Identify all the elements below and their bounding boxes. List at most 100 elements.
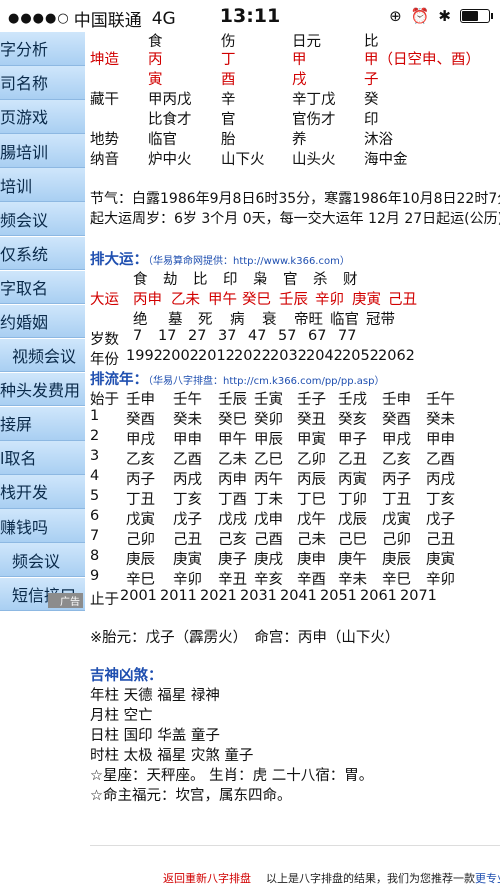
canggan-cell: 癸 — [364, 92, 379, 108]
liunian-cell: 癸未 — [173, 412, 202, 428]
sidebar-item[interactable]: 短信接口 广告 — [0, 577, 85, 611]
liunian-cell: 己丑 — [426, 532, 455, 548]
liunian-cell: 丁丑 — [126, 492, 155, 508]
liunian-cell: 己未 — [297, 532, 326, 548]
liunian-cell: 辛卯 — [173, 572, 202, 588]
sidebar-item[interactable]: 约婚姻 — [0, 304, 85, 339]
sidebar-item[interactable]: 种头发费用 — [0, 372, 85, 407]
liunian-cell: 庚辰 — [126, 552, 155, 568]
canggan-cell: 甲丙戊 — [148, 92, 192, 108]
bluetooth-icon: ✱ — [438, 7, 451, 25]
alarm-icon: ⏰ — [410, 7, 430, 25]
liunian-cell: 己丑 — [173, 532, 202, 548]
battery-icon — [460, 9, 493, 23]
sidebar-item[interactable]: 视频会议 — [0, 338, 85, 373]
sidebar-item[interactable]: 频会议 — [0, 202, 85, 236]
liunian-cell: 甲辰 — [254, 432, 283, 448]
back-to-paipan-link[interactable]: 返回重新八字排盘 — [163, 870, 251, 886]
liunian-cell: 庚寅 — [426, 552, 455, 568]
end-label: 止于 — [90, 592, 119, 608]
dayun-stage: 临官 — [330, 312, 359, 328]
liunian-cell: 癸巳 — [218, 412, 247, 428]
nayin-label: 纳音 — [90, 152, 119, 168]
dayun-pillar: 甲午 — [208, 292, 237, 308]
sidebar-item[interactable]: 字分析 — [0, 32, 85, 66]
sidebar-item[interactable]: 页游戏 — [0, 100, 85, 134]
liunian-cell: 乙酉 — [426, 452, 455, 468]
sidebar-ad-menu: 字分析 司名称 页游戏 腸培训 培训 频会议 仅系统 字取名 约婚姻 视频会议 … — [0, 32, 85, 611]
sidebar-item[interactable]: 仅系统 — [0, 236, 85, 271]
row-number: 3 — [90, 448, 100, 464]
dishi-label: 地势 — [90, 132, 119, 148]
sidebar-item[interactable]: 赚钱吗 — [0, 509, 85, 543]
rotation-lock-icon: ⊕ — [389, 7, 402, 25]
liunian-cell: 庚戌 — [254, 552, 283, 568]
stem-cell: 丁 — [221, 52, 236, 68]
sidebar-item[interactable]: 司名称 — [0, 66, 85, 100]
liunian-cell: 甲寅 — [297, 432, 326, 448]
liunian-cell: 甲戌 — [382, 432, 411, 448]
sidebar-item[interactable]: l取名 — [0, 441, 85, 475]
dayun-pillar: 庚寅 — [352, 292, 381, 308]
year-cell: 2032 — [270, 348, 307, 364]
end-year: 2001 — [120, 588, 157, 604]
status-bar: ●●●●○ 中国联通 4G 13:11 ⊕ ⏰ ✱ — [0, 0, 500, 32]
liunian-cell: 丁丑 — [382, 492, 411, 508]
shensha-line: ☆星座：天秤座。 生肖：虎 二十八宿：胃。 — [90, 768, 374, 784]
more-link[interactable]: 更专业 — [475, 872, 500, 885]
liunian-cell: 癸酉 — [126, 412, 155, 428]
liunian-credit: （华易八字排盘：http://cm.k366.com/pp/pp.asp） — [148, 376, 385, 387]
row-number: 6 — [90, 508, 100, 524]
dayun-stage: 病 — [230, 312, 245, 328]
age-label: 岁数 — [90, 332, 119, 348]
dayun-god: 财 — [343, 272, 358, 288]
stem-cell: 甲（日空申、酉） — [364, 52, 480, 68]
sidebar-item-label: 司名称 — [0, 74, 49, 94]
liunian-cell: 丁巳 — [297, 492, 326, 508]
liunian-cell: 甲申 — [173, 432, 202, 448]
dayun-god: 官 — [283, 272, 298, 288]
dayun-god: 枭 — [253, 272, 268, 288]
sidebar-item[interactable]: 培训 — [0, 168, 85, 202]
dayun-god: 印 — [223, 272, 238, 288]
sidebar-item[interactable]: 频会议 — [0, 543, 85, 577]
qiyun-text: 起大运周岁：6岁 3个月 0天，每一交大运年 12月 27日起运(公历) — [90, 211, 500, 227]
canggan-cell: 辛 — [221, 92, 236, 108]
liunian-cell: 庚申 — [297, 552, 326, 568]
canggan-god-cell: 官伤才 — [292, 112, 336, 128]
liunian-cell: 辛卯 — [426, 572, 455, 588]
liunian-cell: 庚午 — [338, 552, 367, 568]
year-cell: 2052 — [342, 348, 379, 364]
kunzao-label: 坤造 — [90, 52, 119, 68]
liunian-title-line: 排流年：（华易八字排盘：http://cm.k366.com/pp/pp.asp… — [90, 368, 384, 389]
liunian-cell: 丁卯 — [338, 492, 367, 508]
liunian-cell: 壬戌 — [338, 392, 367, 408]
sidebar-item[interactable]: 腸培训 — [0, 134, 85, 168]
liunian-cell: 乙卯 — [297, 452, 326, 468]
liunian-cell: 癸酉 — [382, 412, 411, 428]
sidebar-item[interactable]: 接屏 — [0, 407, 85, 441]
age-cell: 27 — [188, 328, 207, 344]
age-cell: 77 — [338, 328, 357, 344]
dayun-god: 劫 — [163, 272, 178, 288]
end-year: 2061 — [360, 588, 397, 604]
ad-badge: 广告 — [48, 593, 83, 608]
end-year: 2051 — [320, 588, 357, 604]
sidebar-item[interactable]: 栈开发 — [0, 475, 85, 509]
stem-cell: 丙 — [148, 52, 163, 68]
liunian-cell: 乙亥 — [126, 452, 155, 468]
row-number: 7 — [90, 528, 100, 544]
sidebar-item-label: 页游戏 — [0, 108, 49, 128]
liunian-cell: 丁亥 — [173, 492, 202, 508]
liunian-cell: 甲戌 — [126, 432, 155, 448]
liunian-cell: 己卯 — [126, 532, 155, 548]
liunian-cell: 戊午 — [297, 512, 326, 528]
footer-text-main: 以上是八字排盘的结果，我们为您推荐一款 — [266, 872, 475, 885]
dayun-god: 比 — [193, 272, 208, 288]
sidebar-item-label: 种头发费用 — [0, 381, 81, 401]
liunian-cell: 戊辰 — [338, 512, 367, 528]
liunian-cell: 乙丑 — [338, 452, 367, 468]
dayun-god: 杀 — [313, 272, 328, 288]
sidebar-item[interactable]: 字取名 — [0, 270, 85, 305]
end-year: 2071 — [400, 588, 437, 604]
